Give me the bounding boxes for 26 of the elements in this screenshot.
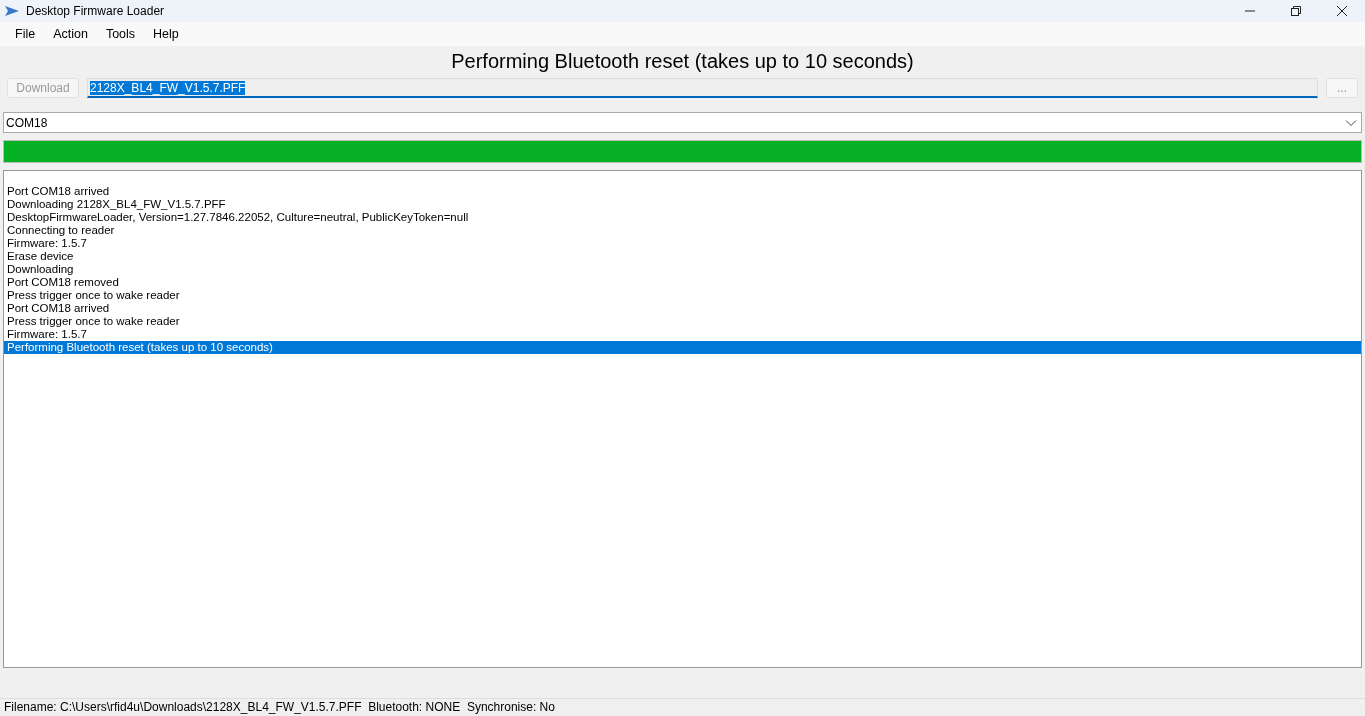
status-heading: Performing Bluetooth reset (takes up to 10 seconds) — [450, 50, 915, 74]
status-bar: Filename: C:\Users\rfid4u\Downloads\2128X_BL4_FW_V1.5.7.PFF Bluetooth: NONE Synchronise: No — [0, 698, 1365, 716]
menu-item[interactable]: File — [6, 27, 45, 41]
log-line[interactable]: Downloading 2128X_BL4_FW_V1.5.7.PFF — [4, 198, 1361, 211]
log-line[interactable]: Connecting to reader — [4, 224, 1361, 237]
log-line[interactable]: Press trigger once to wake reader — [4, 289, 1361, 302]
port-dropdown[interactable]: COM18 — [3, 112, 1362, 133]
filename-field[interactable]: 2128X_BL4_FW_V1.5.7.PFF — [87, 78, 1318, 98]
menu-item[interactable]: Tools — [96, 27, 145, 41]
log-line[interactable]: DesktopFirmwareLoader, Version=1.27.7846.22052, Culture=neutral, PublicKeyToken=null — [4, 211, 1361, 224]
log-line[interactable]: Press trigger once to wake reader — [4, 315, 1361, 328]
log-line[interactable]: Downloading — [4, 263, 1361, 276]
log-line[interactable]: Port COM18 arrived — [4, 302, 1361, 315]
log-line[interactable]: Firmware: 1.5.7 — [4, 328, 1361, 341]
close-icon[interactable] — [1336, 5, 1348, 17]
menu-item[interactable]: Action — [44, 27, 97, 41]
log-line[interactable]: Port COM18 arrived — [4, 185, 1361, 198]
log-line[interactable]: Firmware: 1.5.7 — [4, 237, 1361, 250]
app-icon — [4, 5, 20, 17]
log-line[interactable]: Erase device — [4, 250, 1361, 263]
menu-item[interactable]: Help — [144, 27, 188, 41]
restore-icon[interactable] — [1290, 5, 1302, 17]
chevron-down-icon — [1345, 118, 1357, 127]
log-line[interactable]: Port COM18 removed — [4, 276, 1361, 289]
filename-value: 2128X_BL4_FW_V1.5.7.PFF — [90, 80, 246, 95]
window-title: Desktop Firmware Loader — [26, 4, 165, 18]
